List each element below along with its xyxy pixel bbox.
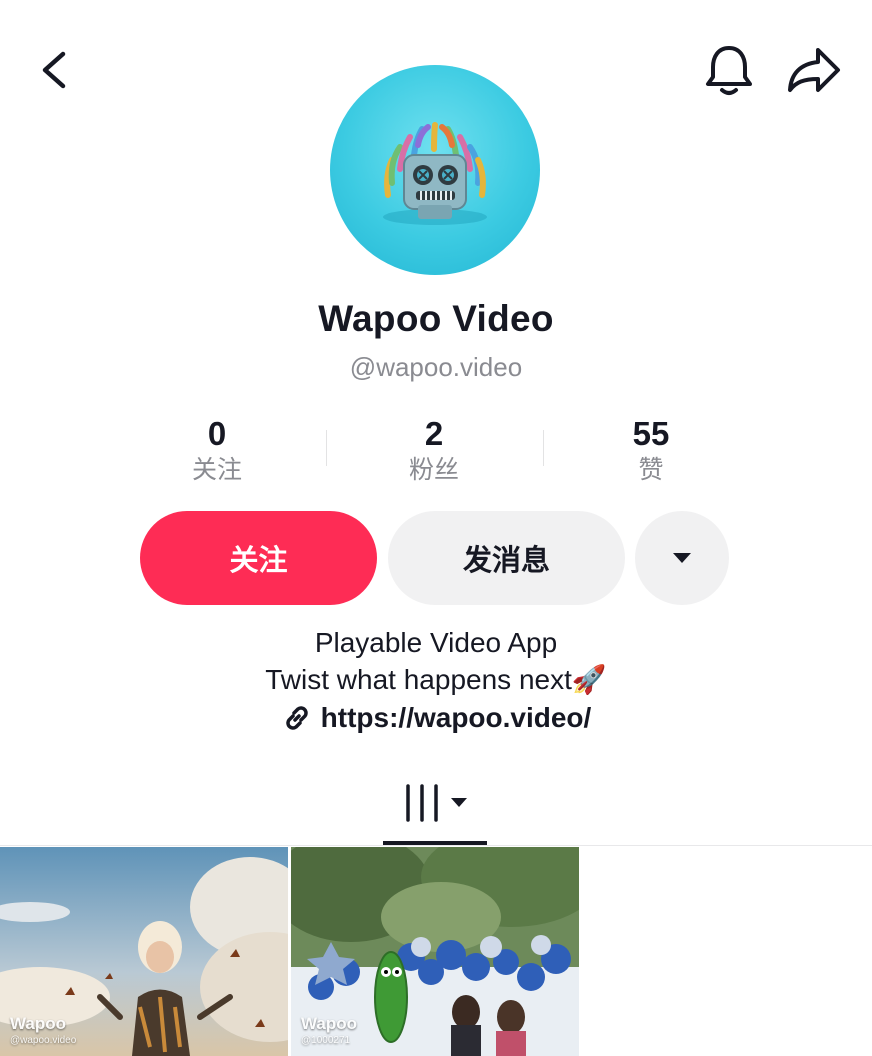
- avatar[interactable]: [330, 65, 540, 275]
- stat-likes-label: 赞: [638, 456, 664, 484]
- stat-followers[interactable]: 2 粉丝: [354, 414, 514, 486]
- stat-likes-value: 55: [632, 415, 670, 452]
- bio-link[interactable]: https://wapoo.video/: [0, 702, 872, 734]
- tab-videos[interactable]: [383, 770, 487, 840]
- stat-following-value: 0: [207, 415, 227, 452]
- stat-followers-label: 粉丝: [408, 456, 459, 484]
- stat-following[interactable]: 0 关注: [137, 414, 297, 486]
- bell-icon: [706, 46, 752, 95]
- bio-line-1: Playable Video App: [314, 627, 558, 658]
- back-button[interactable]: [30, 42, 82, 98]
- robot-mascot-avatar: [383, 122, 487, 225]
- chevron-left-icon: [42, 51, 66, 89]
- share-arrow-icon: [788, 48, 840, 92]
- notification-button[interactable]: [700, 40, 758, 100]
- stat-divider: [326, 430, 327, 466]
- watermark: Wapoo: [301, 1014, 358, 1033]
- caret-down-icon: [451, 798, 467, 807]
- watermark: Wapoo: [10, 1014, 67, 1033]
- link-icon: [285, 706, 308, 730]
- caret-down-icon: [673, 553, 691, 563]
- more-options-button[interactable]: [635, 511, 729, 605]
- stat-likes[interactable]: 55 赞: [571, 414, 731, 486]
- stat-following-label: 关注: [191, 456, 242, 484]
- display-name: Wapoo Video: [318, 298, 554, 339]
- grid-icon: [406, 784, 467, 822]
- watermark-username: @wapoo.video: [10, 1035, 77, 1046]
- tab-divider: [0, 845, 872, 846]
- bio-line-2-text: Twist what happens next: [265, 664, 572, 695]
- watermark-username: @1000271: [301, 1035, 351, 1046]
- rocket-emoji: 🚀: [571, 664, 607, 695]
- share-button[interactable]: [782, 40, 846, 100]
- stat-divider: [543, 430, 544, 466]
- bio-link-text[interactable]: https://wapoo.video/: [321, 702, 592, 734]
- video-thumbnail[interactable]: Wapoo @wapoo.video: [0, 847, 288, 1056]
- stat-followers-value: 2: [424, 415, 444, 452]
- username: @wapoo.video: [349, 352, 523, 382]
- message-button[interactable]: 发消息: [388, 511, 625, 605]
- video-thumbnail[interactable]: Wapoo @1000271: [291, 847, 579, 1056]
- bio-line-2: Twist what happens next🚀: [0, 662, 872, 698]
- follow-button[interactable]: 关注: [140, 511, 377, 605]
